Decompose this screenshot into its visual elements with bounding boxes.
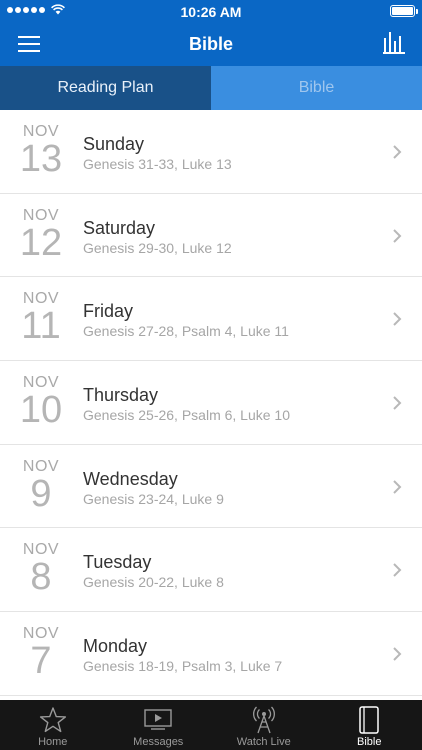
reading-info: Saturday Genesis 29-30, Luke 12 xyxy=(83,218,232,256)
weekday-label: Thursday xyxy=(83,385,159,406)
reading-plan-list: NOV 13 Sunday Genesis 31-33, Luke 13 NOV… xyxy=(0,110,422,700)
list-item[interactable]: NOV 12 Saturday Genesis 29-30, Luke 12 xyxy=(0,194,422,278)
chevron-right-icon xyxy=(393,312,402,327)
bar-chart-icon[interactable] xyxy=(383,30,405,54)
reading-info: Tuesday Genesis 20-22, Luke 8 xyxy=(83,552,224,590)
day-number: 8 xyxy=(30,556,52,599)
tab-label: Bible xyxy=(357,736,382,748)
list-item[interactable]: NOV 11 Friday Genesis 27-28, Psalm 4, Lu… xyxy=(0,277,422,362)
day-number: 11 xyxy=(21,305,61,348)
date-block: NOV 13 xyxy=(16,124,66,180)
weekday-label: Friday xyxy=(83,301,134,322)
video-play-icon xyxy=(144,709,172,730)
chevron-right-icon xyxy=(393,228,402,243)
day-number: 10 xyxy=(19,389,63,432)
day-number: 12 xyxy=(19,221,63,264)
tab-home[interactable]: Home xyxy=(0,700,106,750)
chevron-right-icon xyxy=(393,396,402,410)
date-block: NOV 9 xyxy=(16,458,66,515)
passage-label: Genesis 20-22, Luke 8 xyxy=(83,574,224,591)
passage-label: Genesis 25-26, Psalm 6, Luke 10 xyxy=(83,407,291,424)
star-icon xyxy=(39,707,66,733)
page-title: Bible xyxy=(188,34,233,54)
date-block: NOV 7 xyxy=(16,626,66,683)
status-time: 10:26 AM xyxy=(180,4,242,20)
list-item[interactable]: NOV 8 Tuesday Genesis 20-22, Luke 8 xyxy=(0,528,422,613)
tab-label: Messages xyxy=(133,736,184,748)
list-item[interactable]: NOV 7 Monday Genesis 18-19, Psalm 3, Luk… xyxy=(0,612,422,696)
date-block: NOV 8 xyxy=(16,542,66,599)
weekday-label: Monday xyxy=(83,636,148,657)
tab-reading-plan[interactable]: Reading Plan xyxy=(0,66,211,110)
weekday-label: Tuesday xyxy=(83,552,152,573)
weekday-label: Saturday xyxy=(83,217,156,238)
reading-info: Sunday Genesis 31-33, Luke 13 xyxy=(83,134,232,172)
list-item[interactable]: NOV 9 Wednesday Genesis 23-24, Luke 9 xyxy=(0,445,422,529)
day-number: 7 xyxy=(30,640,52,683)
tab-label: Watch Live xyxy=(236,736,291,748)
date-block: NOV 11 xyxy=(16,291,66,348)
passage-label: Genesis 18-19, Psalm 3, Luke 7 xyxy=(83,658,283,675)
passage-label: Genesis 23-24, Luke 9 xyxy=(83,490,224,507)
broadcast-tower-icon xyxy=(252,706,275,734)
book-icon xyxy=(359,706,379,734)
tab-bible[interactable]: Bible xyxy=(211,66,422,110)
reading-info: Wednesday Genesis 23-24, Luke 9 xyxy=(83,469,224,507)
tab-bar: Home Messages Watch Live Bible xyxy=(0,700,422,750)
chevron-right-icon xyxy=(393,563,402,578)
day-number: 13 xyxy=(19,138,63,180)
reading-info: Monday Genesis 18-19, Psalm 3, Luke 7 xyxy=(83,636,282,674)
chevron-right-icon xyxy=(393,145,402,159)
passage-label: Genesis 27-28, Psalm 4, Luke 11 xyxy=(83,323,289,340)
tab-messages[interactable]: Messages xyxy=(106,700,212,750)
list-item[interactable]: NOV 13 Sunday Genesis 31-33, Luke 13 xyxy=(0,110,422,194)
tab-bible-nav[interactable]: Bible xyxy=(317,700,422,750)
reading-info: Friday Genesis 27-28, Psalm 4, Luke 11 xyxy=(83,301,289,339)
weekday-label: Wednesday xyxy=(83,468,178,489)
battery-icon xyxy=(390,5,418,17)
chevron-right-icon xyxy=(393,647,402,661)
passage-label: Genesis 29-30, Luke 12 xyxy=(83,239,232,256)
segmented-control: Reading Plan Bible xyxy=(0,66,422,110)
weekday-label: Sunday xyxy=(83,134,145,154)
passage-label: Genesis 31-33, Luke 13 xyxy=(83,156,232,172)
status-bar: 10:26 AM xyxy=(0,0,422,22)
nav-bar: Bible xyxy=(0,22,422,66)
date-block: NOV 10 xyxy=(16,375,66,432)
tab-watch-live[interactable]: Watch Live xyxy=(211,700,317,750)
reading-info: Thursday Genesis 25-26, Psalm 6, Luke 10 xyxy=(83,385,290,423)
date-block: NOV 12 xyxy=(16,207,66,264)
day-number: 9 xyxy=(30,472,52,515)
chevron-right-icon xyxy=(393,480,402,494)
list-item[interactable]: NOV 10 Thursday Genesis 25-26, Psalm 6, … xyxy=(0,361,422,445)
tab-label: Home xyxy=(38,736,68,748)
